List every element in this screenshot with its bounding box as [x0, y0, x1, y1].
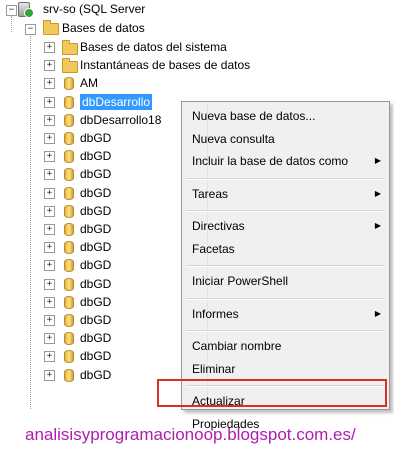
menu-item-iniciar-powershell[interactable]: Iniciar PowerShell [182, 271, 389, 291]
tree-item[interactable]: dbGD [0, 256, 180, 274]
menu-separator [186, 297, 384, 300]
tree-item[interactable]: dbGD [0, 293, 180, 311]
tree-item-label: dbGD [80, 167, 112, 182]
tree-item-label: dbGD [80, 222, 112, 236]
tree-item-label: dbGD [80, 294, 112, 309]
menu-item-nueva-base-de-datos[interactable]: Nueva base de datos... [182, 106, 389, 126]
tree-item-label: dbGD [80, 258, 112, 273]
tree-item[interactable]: dbGD [0, 147, 180, 165]
folder-icon [62, 58, 78, 74]
menu-item-label: Facetas [192, 241, 235, 256]
database-icon [64, 368, 74, 382]
menu-item-label: Directivas [192, 219, 245, 233]
database-icon [64, 204, 74, 218]
tree-item-label: dbGD [80, 131, 112, 145]
menu-item-label: Tareas [192, 186, 229, 201]
database-icon [64, 332, 74, 346]
tree-item-label: AM [80, 76, 98, 91]
menu-item-label: Incluir la base de datos como [192, 154, 349, 168]
tree-item[interactable]: dbDesarrollo18 [0, 111, 180, 129]
submenu-arrow-icon: ▶ [374, 221, 381, 230]
tree-item-label: dbGD [80, 149, 112, 164]
tree-item-label: dbGD [80, 185, 112, 200]
database-icon [64, 295, 74, 309]
database-icon [64, 350, 74, 364]
tree-item[interactable]: dbGD [0, 220, 180, 238]
databases-folder-label: Bases de datos [62, 21, 145, 35]
database-icon [64, 168, 74, 182]
database-icon [64, 241, 74, 255]
tree-item-label: Instantáneas de bases de datos [80, 58, 251, 73]
menu-item-label: Iniciar PowerShell [192, 274, 289, 288]
tree-item-label: Bases de datos del sistema [80, 40, 227, 54]
database-icon [64, 277, 74, 291]
folder-icon [43, 20, 59, 35]
highlight-box [157, 379, 387, 407]
menu-separator [186, 177, 384, 180]
server-icon [18, 2, 34, 18]
submenu-arrow-icon: ▶ [374, 156, 381, 165]
menu-item-nueva-consulta[interactable]: Nueva consulta [182, 129, 389, 149]
menu-item-informes[interactable]: Informes ▶ [182, 304, 389, 324]
database-icon [64, 223, 74, 236]
tree-item[interactable]: dbGD [0, 202, 180, 220]
tree-item[interactable]: dbGD [0, 347, 180, 365]
menu-item-label: Cambiar nombre [192, 339, 282, 353]
tree-item[interactable]: AM [0, 74, 180, 92]
tree-item[interactable]: dbGD [0, 184, 180, 202]
menu-separator [186, 330, 384, 332]
tree-item[interactable]: dbGD [0, 129, 180, 147]
database-icon [64, 259, 74, 273]
tree-item[interactable]: dbGD [0, 329, 180, 347]
menu-item-eliminar[interactable]: Eliminar [182, 359, 389, 379]
tree-item[interactable]: dbGD [0, 275, 180, 293]
tree-item-label: dbGD [80, 240, 112, 255]
database-icon [64, 150, 74, 164]
database-icon [64, 132, 74, 145]
tree-item[interactable]: dbGD [0, 238, 180, 256]
menu-separator [186, 265, 384, 267]
menu-item-facetas[interactable]: Facetas [182, 239, 389, 259]
server-label: srv-so (SQL Server [43, 2, 146, 16]
tree-item[interactable]: dbGD [0, 366, 180, 384]
tree-item-label: dbGD [80, 349, 112, 364]
context-menu: Nueva base de datos... Nueva consulta Incl… [181, 101, 390, 431]
menu-item-label: Nueva consulta [192, 131, 275, 146]
tree-item-label: dbGD [80, 313, 112, 327]
submenu-arrow-icon: ▶ [374, 308, 381, 318]
tree-item[interactable]: dbGD [0, 311, 180, 329]
menu-item-label: Nueva base de datos... [192, 109, 316, 123]
database-icon [64, 95, 74, 109]
tree-item-label: dbGD [80, 331, 112, 346]
tree-item-label: dbGD [80, 367, 112, 382]
tree-item-label: dbDesarrollo [80, 93, 153, 110]
folder-icon [62, 40, 78, 55]
tree-item[interactable]: dbDesarrollo [0, 93, 180, 111]
tree-line [11, 16, 12, 32]
database-icon [64, 113, 74, 127]
menu-item-incluir-la-base-de-datos-como[interactable]: Incluir la base de datos como ▶ [182, 151, 389, 171]
menu-item-label: Informes [192, 306, 239, 321]
watermark-text: analisisyprogramacionoop.blogspot.com.es… [25, 425, 356, 444]
menu-item-tareas[interactable]: Tareas ▶ [182, 184, 389, 204]
tree-item[interactable]: Bases de datos del sistema [0, 38, 227, 56]
submenu-arrow-icon: ▶ [374, 188, 381, 198]
tree-item-label: dbGD [80, 203, 112, 218]
database-icon [64, 186, 74, 200]
tree-item[interactable]: Instantáneas de bases de datos [0, 56, 250, 74]
tree-item-label: dbDesarrollo18 [80, 112, 162, 127]
tree-item[interactable]: dbGD [0, 165, 180, 183]
menu-item-cambiar-nombre[interactable]: Cambiar nombre [182, 336, 389, 356]
menu-item-label: Eliminar [192, 361, 236, 376]
database-icon [64, 314, 74, 327]
tree-item-label: dbGD [80, 276, 112, 291]
collapse-toggle[interactable]: − [6, 5, 17, 16]
menu-item-directivas[interactable]: Directivas ▶ [182, 216, 389, 236]
menu-separator [186, 210, 384, 212]
database-icon [64, 77, 74, 91]
